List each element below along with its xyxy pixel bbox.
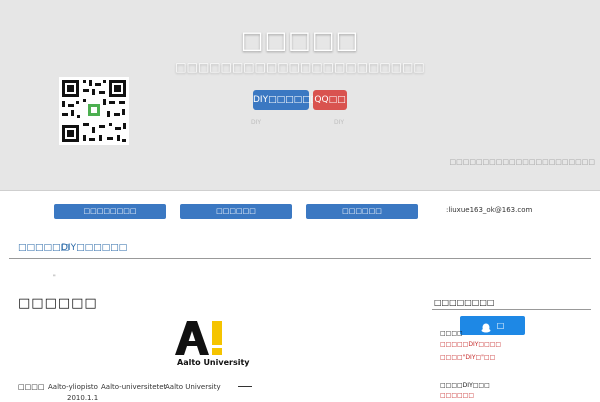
hero-banner: □□□□□ □□□□□□□□□□□□□□□□□□□□□□ DIY□□□□□□ Q… [0, 0, 600, 191]
qq-penguin-icon [481, 321, 491, 332]
qq-contact-label: □ [496, 321, 505, 330]
name-label: □□□□ [18, 383, 45, 391]
diy-caption: DIY [251, 119, 262, 126]
nav-item-3[interactable]: □□□□□□ [306, 204, 418, 219]
sidebar-line-4: □□□□DIY□□□ [440, 382, 490, 389]
name-english: Aalto University [165, 383, 221, 391]
breadcrumb-current[interactable]: DIY□□□□□□ [61, 243, 127, 253]
nav-item-1[interactable]: □□□□□□□□ [54, 204, 166, 219]
separator-dash [238, 386, 252, 387]
notice-text: □□□□□□□□□□□□□□□□□□□□□□ [449, 158, 595, 166]
qq-button[interactable]: QQ□□ [313, 90, 347, 110]
contact-email: :liuxue163_ok@163.com [446, 206, 533, 214]
logo-text: Aalto University [177, 358, 250, 367]
marker-text: " [53, 274, 56, 281]
sidebar-link-1[interactable]: □□□□□DIY□□□□ [440, 341, 501, 348]
qq-contact-button[interactable]: □ [460, 316, 525, 335]
site-title: □□□□□ [240, 26, 360, 54]
qr-code-image [59, 77, 129, 145]
founded-date: 2010.1.1 [67, 394, 99, 402]
sidebar-title: □□□□□□□□ [434, 298, 495, 307]
sidebar-link-2[interactable]: □□□□"DIY□"□□ [440, 354, 495, 361]
sidebar-line-1: □□□□ [440, 330, 463, 337]
sidebar-link-3[interactable]: □□□□□□ [440, 392, 474, 399]
divider [9, 258, 591, 259]
page-title: □□□□□□ [18, 296, 98, 311]
name-swedish: Aalto-universitetet [101, 383, 167, 391]
nav-item-2[interactable]: □□□□□□ [180, 204, 292, 219]
diy-button[interactable]: DIY□□□□□□ [253, 90, 319, 110]
site-subtitle: □□□□□□□□□□□□□□□□□□□□□□ [175, 60, 425, 74]
aalto-logo-image [175, 321, 223, 361]
qq-caption: DIY [334, 119, 345, 126]
sidebar-divider [432, 309, 591, 310]
name-finnish: Aalto-yliopisto [48, 383, 98, 391]
